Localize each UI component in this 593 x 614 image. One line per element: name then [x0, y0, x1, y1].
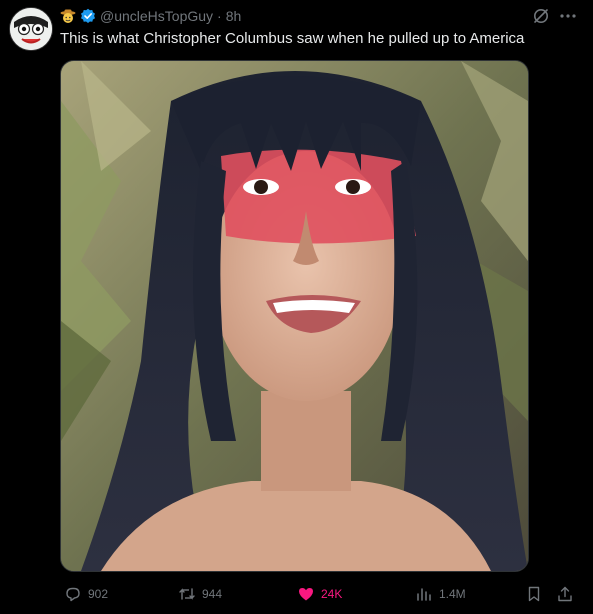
- verified-badge-icon: [80, 8, 96, 24]
- bookmark-button[interactable]: [525, 583, 543, 605]
- view-count: 1.4M: [439, 587, 466, 601]
- like-button[interactable]: 24K: [297, 583, 342, 605]
- tweet-action-bar: 902 944 24K 1.4M: [60, 583, 580, 607]
- heart-icon: [299, 588, 313, 601]
- cowboy-emoji-icon: [60, 8, 76, 24]
- user-avatar[interactable]: [9, 7, 53, 51]
- portrait-photo: [61, 61, 528, 571]
- user-handle[interactable]: @uncleHsTopGuy: [100, 8, 213, 24]
- views-icon: [417, 588, 431, 601]
- share-button[interactable]: [556, 583, 574, 605]
- tweet-text: This is what Christopher Columbus saw wh…: [60, 30, 525, 47]
- reply-button[interactable]: 902: [64, 583, 108, 605]
- reply-count: 902: [88, 587, 109, 601]
- repost-button[interactable]: 944: [178, 583, 222, 605]
- repost-count: 944: [202, 587, 223, 601]
- more-icon[interactable]: [558, 8, 578, 24]
- tweet-media-photo[interactable]: [60, 60, 529, 572]
- like-count: 24K: [321, 587, 343, 601]
- repost-icon: [179, 588, 195, 600]
- tweet-header: @uncleHsTopGuy · 8h: [60, 6, 241, 26]
- views-button[interactable]: 1.4M: [415, 583, 466, 605]
- share-icon: [558, 586, 572, 602]
- avatar-face-icon: [10, 8, 52, 50]
- bookmark-icon: [528, 586, 540, 602]
- reply-icon: [66, 587, 80, 602]
- tweet-card: @uncleHsTopGuy · 8h This is what Christo…: [0, 0, 593, 614]
- post-time[interactable]: 8h: [226, 8, 242, 24]
- meta-separator: ·: [217, 8, 222, 24]
- grok-icon[interactable]: [532, 7, 550, 25]
